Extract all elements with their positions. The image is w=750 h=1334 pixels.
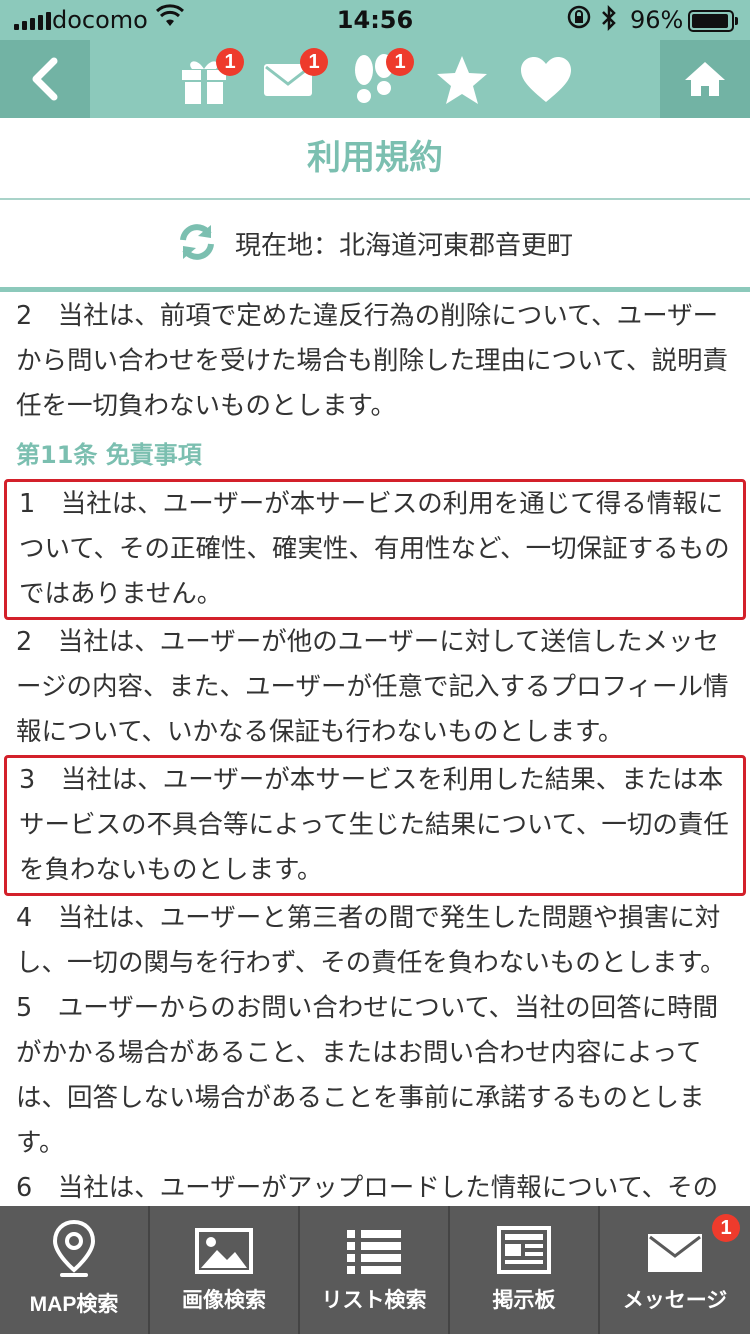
terms-paragraph: 4 当社は、ユーザーと第三者の間で発生した問題や損害に対し、一切の関与を行わず、…	[16, 903, 726, 978]
battery-icon	[688, 10, 738, 32]
terms-paragraph: 2 当社は、前項で定めた違反行為の削除について、ユーザーから問い合わせを受けた場…	[16, 301, 728, 421]
home-button[interactable]	[660, 40, 750, 118]
page-title: 利用規約	[0, 118, 750, 200]
highlight-box: 3 当社は、ユーザーが本サービスを利用した結果、または本サービスの不具合等によっ…	[4, 755, 746, 896]
gift-badge: 1	[216, 48, 244, 76]
terms-paragraph: 3 当社は、ユーザーが本サービスを利用した結果、または本サービスの不具合等によっ…	[19, 765, 729, 885]
refresh-icon[interactable]	[177, 222, 217, 266]
star-icon	[437, 56, 487, 104]
battery-percent: 96%	[630, 6, 684, 34]
tab-message[interactable]: メッセージ 1	[600, 1206, 750, 1334]
tab-label: 掲示板	[492, 1289, 556, 1312]
tab-map-search[interactable]: MAP検索	[0, 1206, 150, 1334]
message-badge: 1	[712, 1214, 740, 1242]
terms-paragraph: 6 当社は、ユーザーがアップロードした情報について、その内容が不適切と判断した場…	[16, 1173, 719, 1203]
footprint-button[interactable]: 1	[344, 48, 414, 110]
tab-bulletin-board[interactable]: 掲示板	[450, 1206, 600, 1334]
image-icon	[195, 1228, 253, 1274]
favorite-button[interactable]	[432, 50, 492, 110]
bulletin-board-icon	[497, 1226, 551, 1274]
tab-label: リスト検索	[321, 1289, 427, 1312]
mail-icon	[648, 1234, 702, 1272]
map-pin-icon	[52, 1220, 96, 1277]
terms-content[interactable]: 2 当社は、前項で定めた違反行為の削除について、ユーザーから問い合わせを受けた場…	[0, 294, 750, 1206]
tab-label: MAP検索	[29, 1293, 119, 1316]
like-button[interactable]	[516, 50, 576, 110]
list-icon	[347, 1230, 401, 1274]
tab-list-search[interactable]: リスト検索	[300, 1206, 450, 1334]
current-location: 現在地：北海道河東郡音更町	[234, 231, 573, 261]
rotation-lock-icon	[566, 4, 592, 36]
terms-paragraph: 1 当社は、ユーザーが本サービスの利用を通じて得る情報について、その正確性、確実…	[19, 489, 730, 609]
nav-bar: 1 1 1	[0, 40, 750, 118]
tab-label: メッセージ	[622, 1289, 728, 1312]
bluetooth-icon	[600, 4, 618, 38]
gift-button[interactable]: 1	[174, 48, 244, 110]
tab-bar: MAP検索 画像検索 リスト検索 掲示板 メッセージ 1	[0, 1206, 750, 1334]
home-icon	[685, 62, 725, 96]
footprint-badge: 1	[386, 48, 414, 76]
location-bar: 現在地：北海道河東郡音更町	[0, 200, 750, 292]
heart-icon	[521, 57, 571, 102]
status-bar: docomo 14:56 96%	[0, 0, 750, 40]
tab-image-search[interactable]: 画像検索	[150, 1206, 300, 1334]
mail-button[interactable]: 1	[258, 48, 328, 110]
tab-label: 画像検索	[182, 1289, 266, 1312]
highlight-box: 1 当社は、ユーザーが本サービスの利用を通じて得る情報について、その正確性、確実…	[4, 479, 746, 620]
mail-badge: 1	[300, 48, 328, 76]
terms-paragraph: 2 当社は、ユーザーが他のユーザーに対して送信したメッセージの内容、また、ユーザ…	[16, 627, 729, 747]
terms-paragraph: 5 ユーザーからのお問い合わせについて、当社の回答に時間がかかる場合があること、…	[16, 993, 719, 1158]
section-heading: 第11条 免責事項	[16, 441, 202, 469]
back-button[interactable]	[0, 40, 90, 118]
chevron-left-icon	[32, 57, 58, 101]
